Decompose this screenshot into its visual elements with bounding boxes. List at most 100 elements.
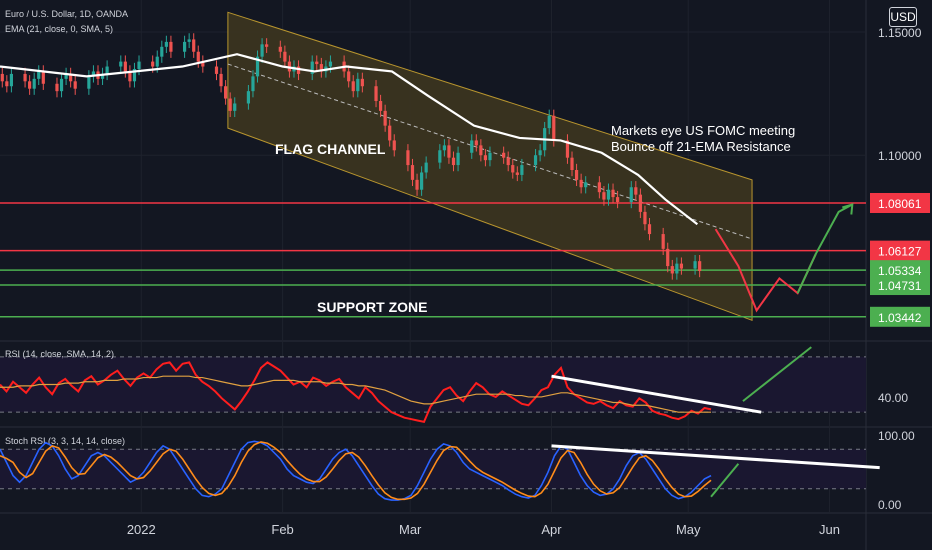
candle-body bbox=[59, 78, 64, 92]
price-level-label: 1.08061 bbox=[878, 197, 922, 211]
candle-body bbox=[360, 78, 364, 87]
candle-body bbox=[32, 78, 36, 89]
candle-body bbox=[506, 157, 510, 166]
candle-body bbox=[474, 140, 478, 146]
candle-body bbox=[629, 187, 633, 203]
annotation-bounce: Bounce off 21-EMA Resistance bbox=[611, 139, 791, 154]
candle-body bbox=[196, 51, 200, 62]
candle-body bbox=[328, 61, 333, 67]
candle-body bbox=[670, 266, 674, 274]
candle-body bbox=[374, 86, 378, 102]
candle-body bbox=[160, 46, 164, 57]
candle-body bbox=[224, 86, 228, 99]
candle-body bbox=[283, 51, 287, 62]
candle-body bbox=[442, 145, 446, 151]
candle-body bbox=[246, 91, 251, 104]
candle-body bbox=[447, 145, 451, 158]
candle-body bbox=[470, 140, 474, 153]
candle-body bbox=[182, 41, 187, 52]
currency-button[interactable]: USD bbox=[889, 7, 917, 27]
candle-body bbox=[574, 170, 579, 180]
candle-body bbox=[451, 157, 456, 166]
rsi-axis-tick: 40.00 bbox=[878, 391, 908, 405]
candle-body bbox=[119, 61, 123, 67]
candle-body bbox=[260, 44, 264, 57]
candle-body bbox=[602, 192, 606, 200]
candle-body bbox=[278, 46, 282, 52]
candle-body bbox=[87, 76, 91, 89]
candle-body bbox=[693, 261, 697, 269]
stoch-axis-tick: 100.00 bbox=[878, 429, 915, 443]
candle-body bbox=[169, 41, 173, 52]
candle-body bbox=[251, 76, 255, 92]
candle-body bbox=[502, 152, 506, 158]
time-axis-tick: Feb bbox=[271, 522, 293, 537]
candle-body bbox=[73, 81, 77, 89]
candle-body bbox=[679, 263, 684, 269]
candle-body bbox=[647, 224, 652, 235]
candle-body bbox=[9, 73, 13, 87]
candle-body bbox=[579, 179, 583, 188]
rsi-title: RSI (14, close, SMA, 14, 2) bbox=[5, 349, 114, 359]
candle-body bbox=[488, 152, 492, 161]
candle-body bbox=[661, 234, 665, 249]
candle-body bbox=[538, 150, 542, 156]
candle-body bbox=[23, 73, 27, 82]
candle-body bbox=[547, 115, 551, 129]
stoch-axis-tick: 0.00 bbox=[878, 498, 902, 512]
candle-body bbox=[5, 81, 9, 87]
candle-body bbox=[584, 182, 588, 188]
time-axis-tick: Jun bbox=[819, 522, 840, 537]
time-axis-tick: Apr bbox=[541, 522, 562, 537]
candle-body bbox=[479, 145, 483, 156]
candle-body bbox=[55, 83, 59, 92]
candle-body bbox=[410, 165, 415, 180]
candle-body bbox=[392, 140, 396, 151]
candle-body bbox=[406, 150, 410, 166]
eurusd-chart[interactable]: 1.080611.061271.053341.047311.034421.150… bbox=[0, 0, 932, 550]
candle-body bbox=[356, 78, 360, 92]
candle-body bbox=[105, 66, 109, 74]
candle-body bbox=[388, 125, 392, 141]
candle-body bbox=[424, 162, 428, 173]
price-axis-tick: 1.15000 bbox=[878, 26, 922, 40]
candle-body bbox=[214, 66, 219, 74]
candle-body bbox=[187, 39, 191, 42]
candle-body bbox=[638, 194, 642, 212]
candle-body bbox=[511, 165, 515, 173]
price-level-label: 1.06127 bbox=[878, 245, 922, 259]
candle-body bbox=[456, 152, 460, 166]
time-axis-tick: 2022 bbox=[127, 522, 156, 537]
candle-body bbox=[606, 189, 611, 200]
candle-body bbox=[192, 39, 196, 52]
candle-body bbox=[28, 81, 32, 89]
candle-body bbox=[552, 115, 556, 141]
candle-body bbox=[37, 71, 41, 79]
candle-body bbox=[351, 81, 355, 92]
candle-body bbox=[597, 182, 601, 193]
candle-body bbox=[533, 155, 538, 166]
candle-body bbox=[137, 61, 141, 69]
candle-body bbox=[643, 211, 647, 225]
ema-legend: EMA (21, close, 0, SMA, 5) bbox=[5, 24, 114, 34]
candle-body bbox=[265, 44, 269, 47]
candle-body bbox=[666, 248, 670, 267]
time-axis-tick: Mar bbox=[399, 522, 422, 537]
candle-body bbox=[420, 172, 424, 190]
candle-body bbox=[347, 71, 351, 82]
candle-body bbox=[155, 56, 159, 67]
candle-body bbox=[123, 61, 127, 72]
candle-body bbox=[0, 73, 4, 82]
candle-body bbox=[698, 261, 702, 272]
candle-body bbox=[383, 110, 387, 126]
symbol-title: Euro / U.S. Dollar, 1D, OANDA bbox=[5, 9, 129, 19]
candle-body bbox=[151, 61, 155, 67]
support-zone-label: SUPPORT ZONE bbox=[317, 299, 427, 315]
price-axis-tick: 1.10000 bbox=[878, 149, 922, 163]
annotation-fomc: Markets eye US FOMC meeting bbox=[611, 123, 795, 138]
candle-body bbox=[615, 197, 620, 203]
stoch-title: Stoch RSI (3, 3, 14, 14, close) bbox=[5, 436, 125, 446]
candle-body bbox=[483, 155, 488, 161]
candle-body bbox=[438, 150, 442, 163]
candle-body bbox=[611, 189, 615, 198]
